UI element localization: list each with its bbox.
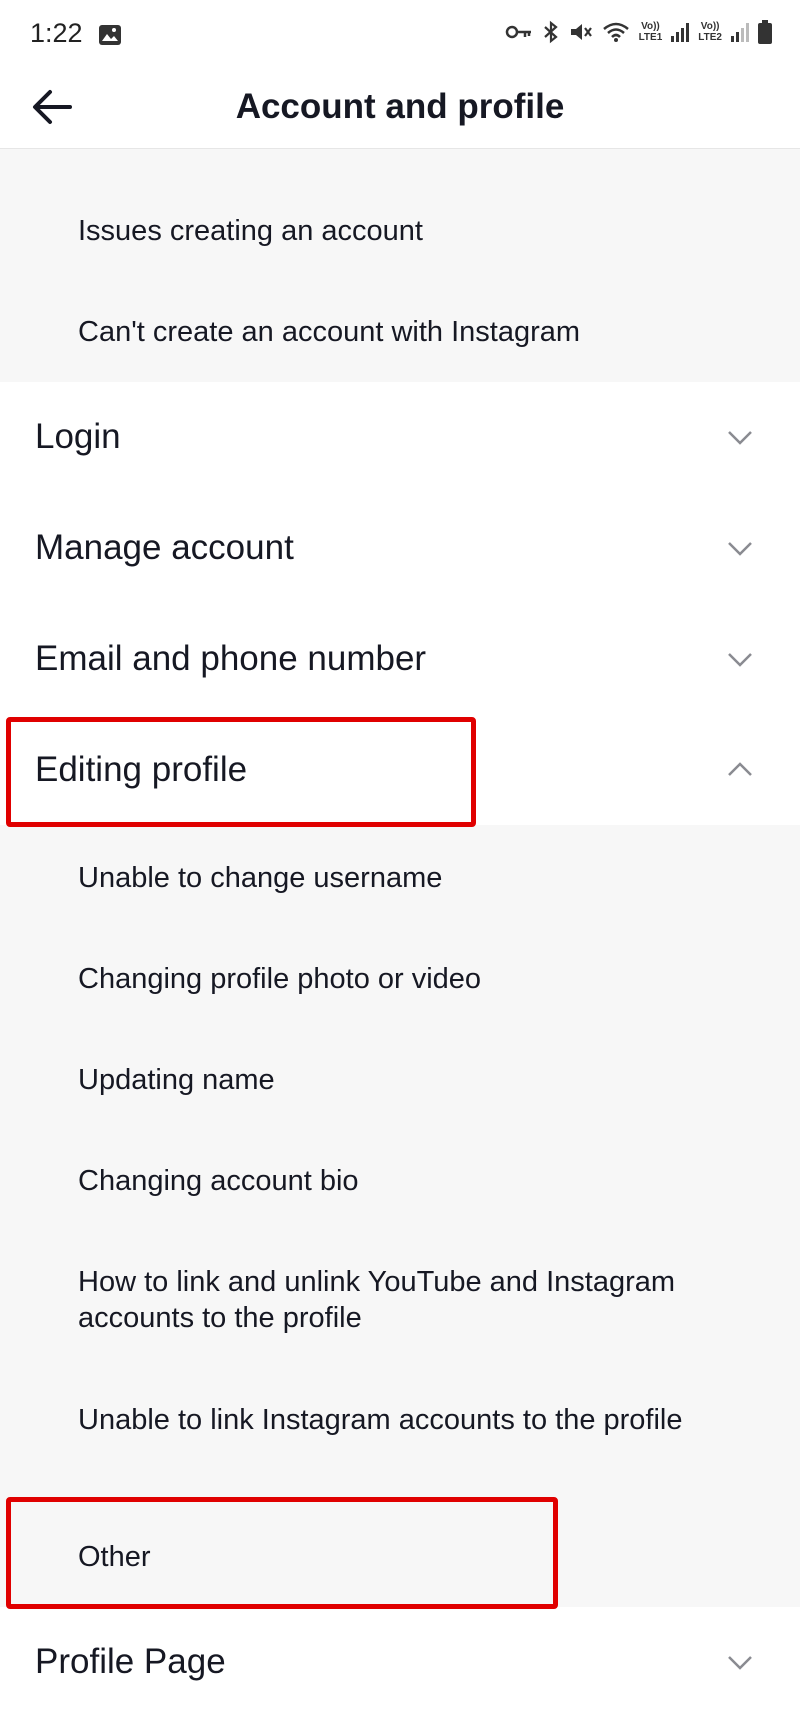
- editing-profile-subitems: Unable to change username Changing profi…: [0, 825, 800, 1607]
- list-item[interactable]: Unable to change username: [78, 860, 738, 896]
- vibrate-mute-icon: [570, 24, 592, 40]
- creating-account-subitems: Issues creating an account Can't create …: [0, 149, 800, 382]
- chevron-down-icon: [728, 1656, 752, 1670]
- status-time: 1:22: [30, 18, 83, 48]
- top-bar: Account and profile: [0, 70, 800, 149]
- signal-sim1-icon: [671, 23, 690, 42]
- list-item[interactable]: Changing account bio: [78, 1163, 738, 1199]
- list-item[interactable]: Unable to link Instagram accounts to the…: [78, 1402, 738, 1438]
- sim1-label: Vo)) LTE1: [638, 21, 663, 43]
- section-label: Login: [35, 417, 121, 456]
- section-login[interactable]: Login: [0, 382, 800, 492]
- section-editing-profile[interactable]: Editing profile: [0, 715, 800, 825]
- list-item[interactable]: Updating name: [78, 1062, 738, 1098]
- wifi-icon: [602, 22, 629, 42]
- section-label: Profile Page: [35, 1642, 226, 1681]
- signal-sim2-icon: [731, 23, 749, 42]
- list-item[interactable]: How to link and unlink YouTube and Insta…: [78, 1264, 738, 1336]
- section-email-phone[interactable]: Email and phone number: [0, 604, 800, 714]
- vpn-key-icon: [505, 25, 531, 39]
- section-label: Email and phone number: [35, 639, 427, 678]
- section-profile-page[interactable]: Profile Page: [0, 1607, 800, 1717]
- sim2-label: Vo)) LTE2: [698, 21, 722, 43]
- page-title: Account and profile: [235, 87, 565, 126]
- status-bar: 1:22 Vo)) LTE1 Vo)) LTE2: [0, 0, 800, 70]
- battery-icon: [758, 20, 772, 44]
- list-item[interactable]: Issues creating an account: [78, 213, 738, 249]
- bluetooth-icon: [543, 20, 558, 44]
- list-item[interactable]: Changing profile photo or video: [78, 961, 738, 997]
- chevron-down-icon: [728, 542, 752, 556]
- section-label: Editing profile: [35, 750, 248, 789]
- section-manage-account[interactable]: Manage account: [0, 493, 800, 603]
- chevron-down-icon: [728, 431, 752, 445]
- list-item-other[interactable]: Other: [78, 1539, 738, 1575]
- chevron-down-icon: [728, 653, 752, 667]
- section-label: Manage account: [35, 528, 294, 567]
- list-item[interactable]: Can't create an account with Instagram: [78, 314, 738, 350]
- chevron-up-icon: [728, 762, 752, 776]
- image-notification-icon: [99, 25, 121, 45]
- status-icons: Vo)) LTE1 Vo)) LTE2: [505, 20, 772, 44]
